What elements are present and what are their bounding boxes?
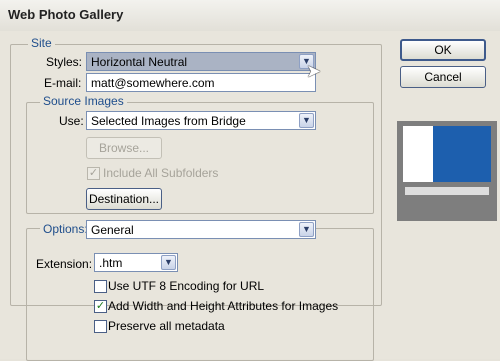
ok-button[interactable]: OK	[400, 39, 486, 61]
destination-button[interactable]: Destination...	[86, 188, 162, 210]
preview-thumbnail-strip	[405, 187, 489, 195]
width-height-checkbox[interactable]: ✓	[94, 300, 107, 313]
cancel-button[interactable]: Cancel	[400, 66, 486, 88]
utf8-label: Use UTF 8 Encoding for URL	[108, 279, 265, 293]
options-group	[26, 228, 374, 361]
source-images-legend: Source Images	[40, 94, 127, 108]
options-value: General	[91, 223, 134, 237]
chevron-down-icon[interactable]: ▼	[161, 255, 176, 270]
preserve-metadata-checkbox[interactable]	[94, 320, 107, 333]
styles-value: Horizontal Neutral	[91, 55, 188, 69]
options-dropdown[interactable]: General ▼	[86, 220, 316, 239]
preserve-metadata-label: Preserve all metadata	[108, 319, 225, 333]
mouse-cursor-icon: ➤	[306, 61, 322, 81]
email-label: E-mail:	[44, 76, 82, 90]
use-dropdown[interactable]: Selected Images from Bridge ▼	[86, 111, 316, 130]
style-preview-image	[397, 121, 497, 221]
use-label: Use:	[59, 114, 84, 128]
width-height-label: Add Width and Height Attributes for Imag…	[108, 299, 339, 313]
title-bar: Web Photo Gallery	[0, 0, 500, 32]
include-subfolders-label: Include All Subfolders	[103, 166, 219, 180]
window-title: Web Photo Gallery	[8, 7, 124, 22]
email-field[interactable]: matt@somewhere.com	[86, 73, 316, 92]
use-value: Selected Images from Bridge	[91, 114, 246, 128]
site-legend: Site	[28, 36, 55, 50]
extension-label: Extension:	[36, 257, 93, 271]
email-value: matt@somewhere.com	[91, 76, 215, 90]
preview-panel	[403, 126, 433, 182]
options-legend: Options:	[40, 222, 91, 236]
chevron-down-icon[interactable]: ▼	[299, 222, 314, 237]
extension-value: .htm	[99, 256, 123, 270]
styles-dropdown[interactable]: Horizontal Neutral ▼	[86, 52, 316, 71]
browse-button[interactable]: Browse...	[86, 137, 162, 159]
chevron-down-icon[interactable]: ▼	[299, 113, 314, 128]
styles-label: Styles:	[46, 55, 83, 69]
include-subfolders-checkbox[interactable]: ✓	[87, 167, 100, 180]
extension-dropdown[interactable]: .htm ▼	[94, 253, 178, 272]
utf8-checkbox[interactable]	[94, 280, 107, 293]
